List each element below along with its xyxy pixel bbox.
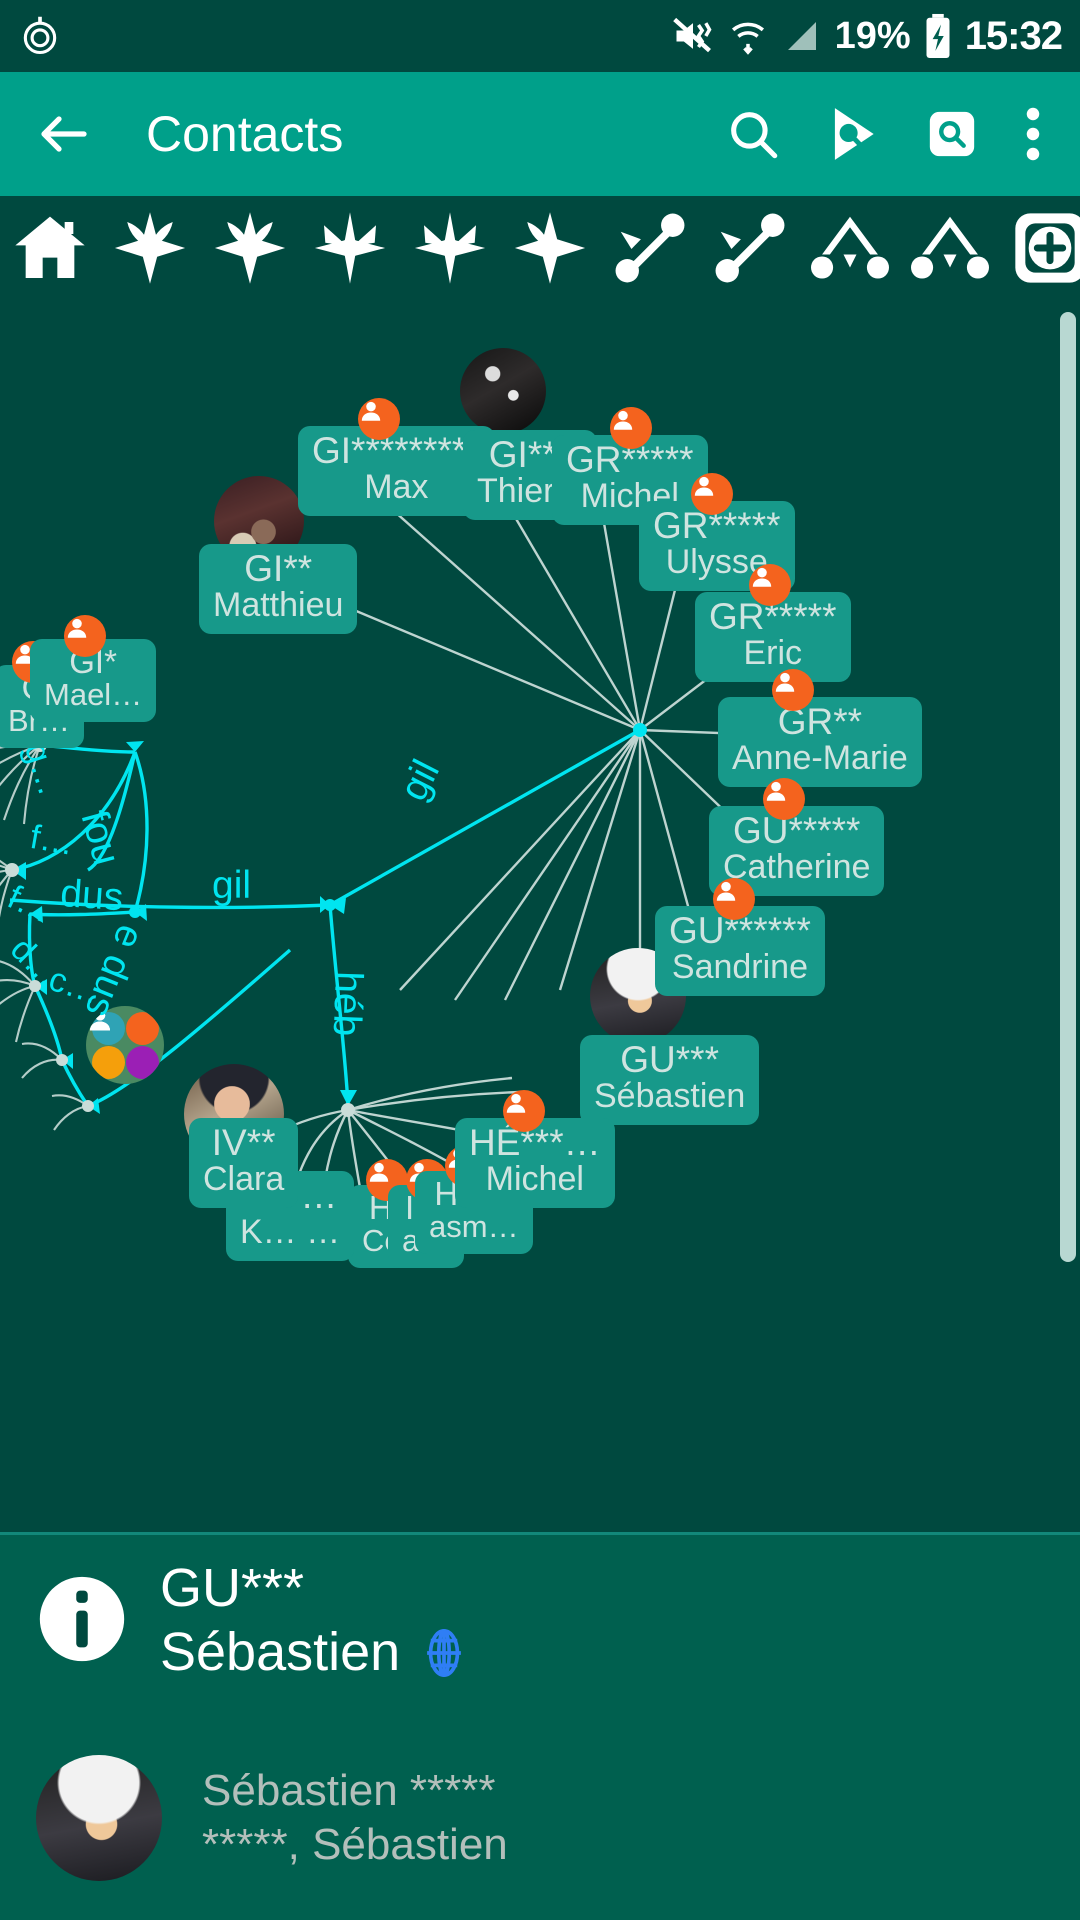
graph-node-matthieu[interactable]: GI** Matthieu — [199, 544, 358, 634]
status-bar: 19% 15:32 — [0, 0, 1080, 72]
node-line2: Mael… — [44, 677, 143, 713]
graph-canvas[interactable]: GI********* Max GI*** Thierry GR***** Mi… — [0, 300, 1080, 1532]
edge-label: héb — [324, 970, 370, 1038]
person-badge-icon — [691, 473, 733, 515]
layout-toolbar[interactable] — [0, 196, 1080, 300]
selected-contact-detail[interactable]: Sébastien ***** *****, Sébastien — [36, 1755, 508, 1881]
star-layout-3-icon[interactable] — [508, 206, 592, 290]
person-badge-icon — [713, 878, 755, 920]
person-badge-icon — [749, 564, 791, 606]
globe-icon[interactable] — [418, 1627, 470, 1679]
battery-charging-icon — [923, 13, 953, 59]
record-circle-icon — [18, 14, 62, 58]
app-bar-actions — [724, 103, 1046, 165]
node-line2: K… … — [240, 1213, 341, 1252]
info-icon[interactable] — [36, 1573, 128, 1670]
edge-label: f… — [27, 818, 77, 863]
radial-layout-1-icon[interactable] — [108, 206, 192, 290]
graph-node-clara[interactable]: IV** Clara — [189, 1118, 299, 1208]
node-line2: Clara — [203, 1160, 285, 1199]
status-bar-left — [18, 14, 62, 58]
node-line1: GU*** — [620, 1039, 719, 1080]
node-line2: Sandrine — [671, 948, 808, 987]
app-bar: Contacts — [0, 72, 1080, 196]
home-layout-icon[interactable] — [8, 206, 92, 290]
graph-node-mael[interactable]: GI* Mael… — [30, 615, 157, 722]
node-line2: Eric — [743, 634, 803, 673]
star-layout-2-icon[interactable] — [408, 206, 492, 290]
node-line1: GI** — [244, 548, 313, 589]
find-next-icon[interactable] — [822, 103, 884, 165]
selected-contact-name: GU*** Sébastien — [160, 1557, 470, 1684]
graph-node-michel-he[interactable]: HÉ***… Michel — [455, 1090, 615, 1208]
node-line1: HÉ***… — [469, 1122, 601, 1163]
vertical-scrollbar[interactable] — [1060, 312, 1076, 1262]
contact-detail-line1: Sébastien ***** — [202, 1766, 496, 1816]
node-line2: Matthieu — [213, 586, 344, 625]
graph-node-sebastien[interactable]: GU*** Sébastien — [580, 1035, 760, 1125]
node-line2: asm… — [429, 1209, 519, 1245]
graph-node-anne-marie[interactable]: GR** Anne-Marie — [718, 669, 922, 787]
contact-name-line2: Sébastien — [160, 1621, 401, 1682]
edge-label: dus — [59, 872, 125, 920]
node-line2: Sébastien — [594, 1077, 746, 1116]
edge-layout-2-icon[interactable] — [708, 206, 792, 290]
graph-node-sandrine[interactable]: GU****** Sandrine — [655, 878, 825, 996]
contact-detail-text: Sébastien ***** *****, Sébastien — [202, 1764, 508, 1871]
add-node-icon[interactable] — [1008, 206, 1080, 290]
radial-layout-2-icon[interactable] — [208, 206, 292, 290]
person-badge-icon — [763, 778, 805, 820]
person-badge-icon — [610, 407, 652, 449]
mute-vibrate-icon — [671, 14, 715, 58]
person-badge-icon — [64, 615, 106, 657]
tree-layout-2-icon[interactable] — [908, 206, 992, 290]
person-badge-icon — [358, 398, 400, 440]
avatar[interactable] — [36, 1755, 162, 1881]
node-line1: IV** — [211, 1122, 276, 1163]
back-arrow-icon[interactable] — [34, 104, 94, 164]
overflow-menu-icon[interactable] — [1020, 104, 1046, 164]
contact-detail-line2: *****, Sébastien — [202, 1820, 508, 1869]
battery-percent-label: 19% — [834, 14, 911, 57]
clock-label: 15:32 — [964, 13, 1063, 58]
edge-layout-1-icon[interactable] — [608, 206, 692, 290]
find-in-box-icon[interactable] — [924, 106, 980, 162]
node-line2: Max — [364, 468, 429, 507]
star-layout-1-icon[interactable] — [308, 206, 392, 290]
selected-contact-header: GU*** Sébastien — [0, 1557, 470, 1684]
wifi-icon — [727, 15, 769, 57]
contact-name-line1: GU*** — [160, 1558, 305, 1618]
node-line2: Anne-Marie — [732, 739, 908, 778]
node-line2: Michel — [485, 1160, 584, 1199]
person-badge-icon — [772, 669, 814, 711]
node-line1: GI********* — [312, 430, 481, 471]
node-line1: GU***** — [732, 810, 861, 851]
avatar[interactable] — [460, 348, 546, 434]
person-badge-icon — [503, 1090, 545, 1132]
avatar-group[interactable] — [86, 1006, 164, 1084]
status-bar-right: 19% 15:32 — [671, 13, 1063, 59]
search-icon[interactable] — [724, 105, 782, 163]
selected-contact-panel: GU*** Sébastien Sébastien ***** *****, S… — [0, 1532, 1080, 1920]
page-title: Contacts — [146, 106, 344, 162]
signal-icon — [781, 15, 823, 57]
node-line1: GR** — [777, 701, 863, 742]
edge-label: gil — [212, 864, 252, 907]
tree-layout-1-icon[interactable] — [808, 206, 892, 290]
